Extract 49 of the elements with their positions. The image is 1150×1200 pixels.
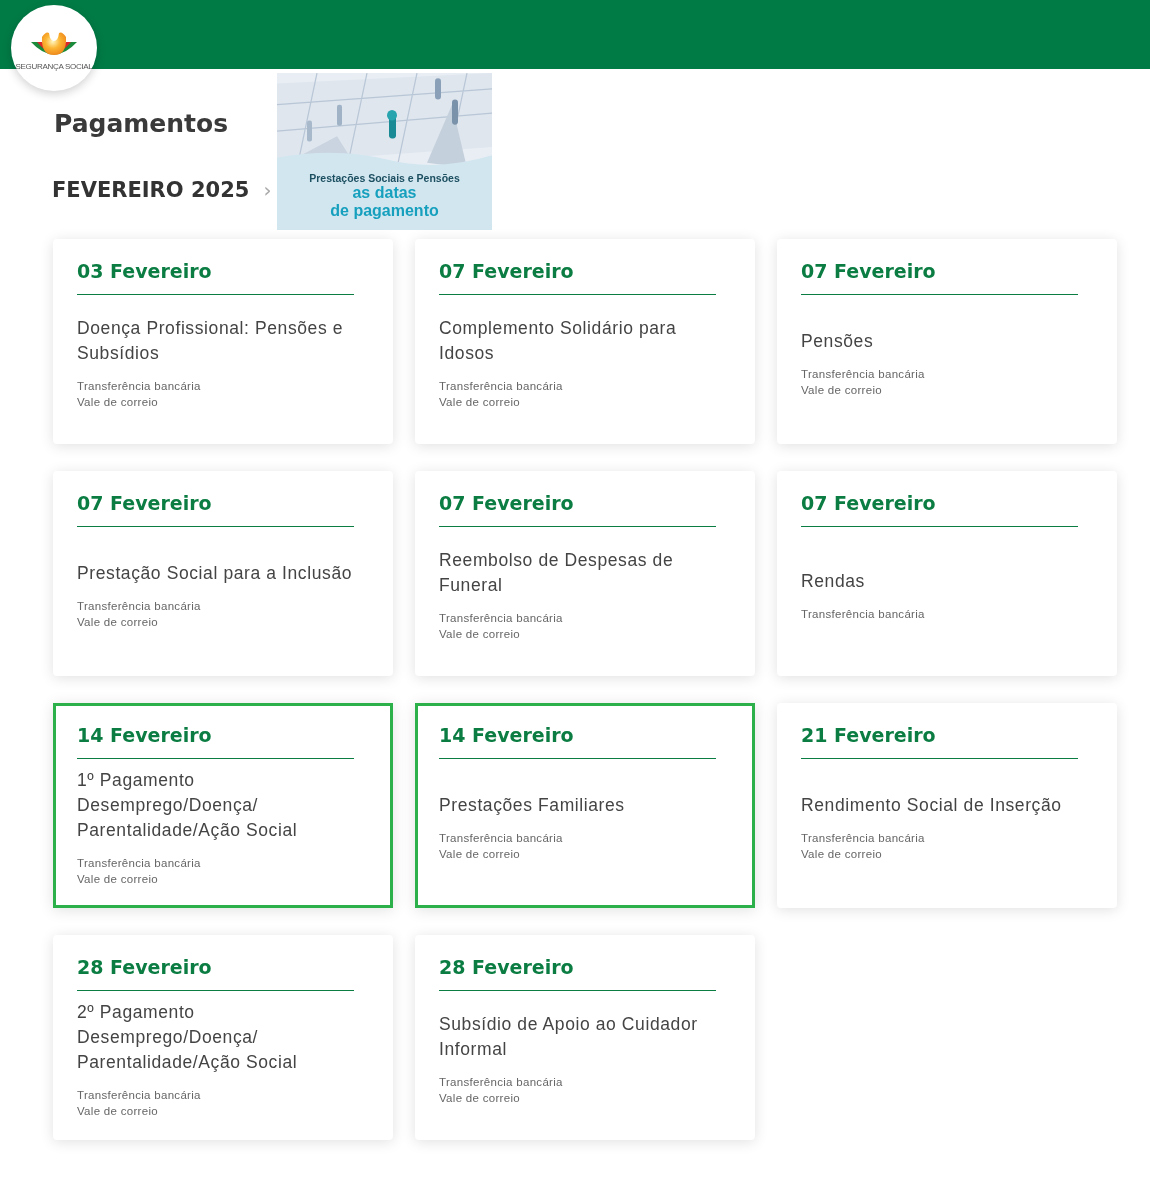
payment-method: Vale de correio	[439, 628, 521, 640]
banner-title: as datas de pagamento	[330, 184, 439, 220]
payment-method: Transferência bancária	[801, 367, 926, 380]
card-date: 07 Fevereiro	[439, 260, 716, 295]
card-date: 28 Fevereiro	[439, 956, 716, 991]
payment-method: Vale de correio	[801, 847, 883, 860]
payment-method: Vale de correio	[77, 872, 159, 885]
card-date: 07 Fevereiro	[801, 260, 1078, 295]
card-title: 2º Pagamento Desemprego/Doença/ Parentalidade/Ação Social	[77, 1000, 299, 1074]
card-title: Rendas	[801, 569, 866, 593]
month-label: FEVEREIRO 2025	[52, 178, 250, 202]
payment-method: Transferência bancária	[439, 831, 564, 844]
payment-method: Transferência bancária	[801, 607, 926, 620]
payment-method: Transferência bancária	[77, 380, 202, 392]
card-title: Reembolso de Despesas de Funeral	[439, 549, 675, 597]
payment-method: Vale de correio	[439, 847, 521, 860]
card-date: 14 Fevereiro	[77, 724, 354, 759]
card-date: 28 Fevereiro	[77, 956, 354, 991]
card-date: 07 Fevereiro	[439, 492, 716, 527]
logo-text: SEGURANÇA SOCIAL	[15, 62, 93, 71]
payment-method: Vale de correio	[439, 396, 521, 408]
card-title: Pensões	[801, 329, 875, 353]
payment-method: Transferência bancária	[439, 380, 564, 392]
payment-method: Transferência bancária	[77, 599, 202, 612]
card-title: Subsídio de Apoio ao Cuidador Informal	[439, 1013, 699, 1061]
card-title: Complemento Solidário para Idosos	[439, 317, 678, 365]
card-date: 03 Fevereiro	[77, 260, 354, 295]
payment-method: Vale de correio	[801, 383, 883, 396]
card-date: 07 Fevereiro	[801, 492, 1078, 527]
payment-method: Transferência bancária	[439, 1076, 564, 1088]
card-date: 14 Fevereiro	[439, 724, 716, 759]
card-title: 1º Pagamento Desemprego/Doença/ Parentalidade/Ação Social	[77, 768, 299, 842]
card-date: 07 Fevereiro	[77, 492, 354, 527]
card-date: 21 Fevereiro	[801, 724, 1078, 759]
banner-subtitle: Prestações Sociais e Pensões	[309, 172, 460, 184]
card-title: Prestações Familiares	[439, 793, 626, 817]
payment-method: Vale de correio	[439, 1092, 521, 1104]
card-title: Doença Profissional: Pensões e Subsídios	[77, 317, 345, 365]
payment-method: Vale de correio	[77, 396, 159, 408]
payment-method: Transferência bancária	[77, 856, 202, 869]
payment-method: Vale de correio	[77, 1104, 159, 1117]
payment-method: Transferência bancária	[801, 831, 926, 844]
card-title: Rendimento Social de Inserção	[801, 793, 1063, 817]
card-title: Prestação Social para a Inclusão	[77, 561, 354, 585]
payment-method: Vale de correio	[77, 615, 159, 628]
banner[interactable]: Prestações Sociais e Pensões as datas de pagamento	[277, 73, 492, 230]
page-title: Pagamentos	[54, 109, 230, 138]
payment-method: Transferência bancária	[439, 612, 564, 624]
payment-method: Transferência bancária	[77, 1088, 202, 1101]
